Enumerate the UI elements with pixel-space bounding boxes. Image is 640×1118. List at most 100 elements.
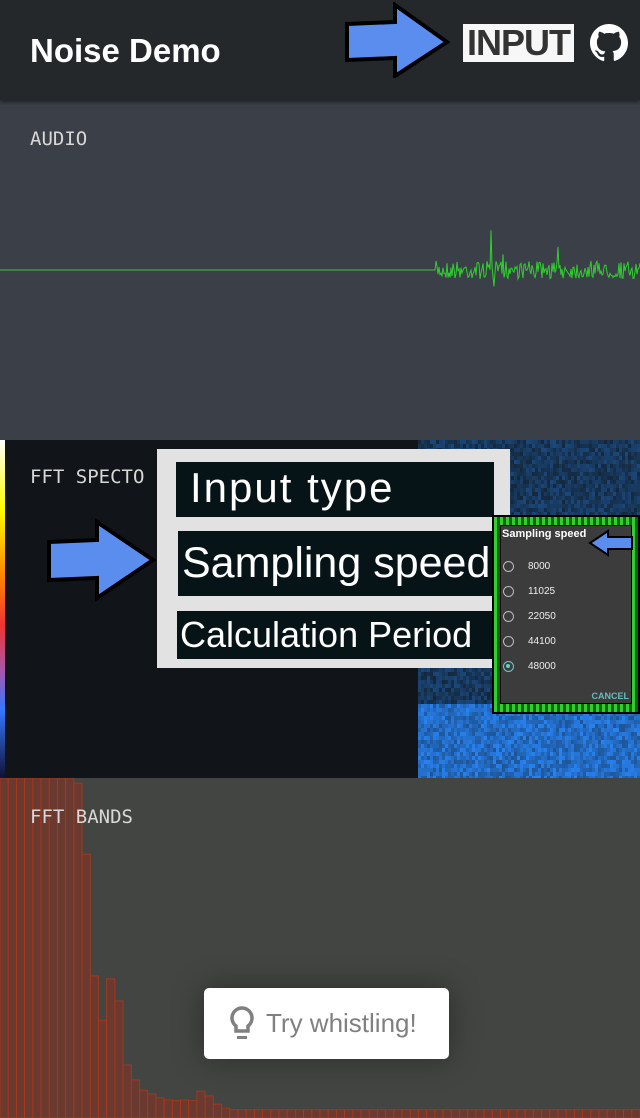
spectrogram-cell [463,732,466,736]
spectrogram-cell [481,684,484,688]
spectrogram-cell [460,764,463,768]
spectrogram-cell [577,444,580,448]
spectrogram-cell [589,440,592,444]
spectrogram-cell [550,764,553,768]
spectrogram-cell [586,448,589,452]
spectrogram-cell [541,460,544,464]
spectrogram-cell [550,772,553,776]
spectrogram-cell [583,464,586,468]
spectrogram-cell [514,756,517,760]
spectrogram-cell [439,444,442,448]
spectrogram-cell [514,760,517,764]
spectrogram-cell [553,480,556,484]
spectrogram-cell [460,440,463,444]
spectrogram-cell [514,464,517,468]
spectrogram-cell [439,676,442,680]
spectrogram-cell [559,440,562,444]
spectrogram-cell [517,468,520,472]
spectrogram-cell [499,732,502,736]
spectrogram-cell [544,504,547,508]
spectrogram-cell [532,448,535,452]
spectrogram-cell [442,672,445,676]
spectrogram-cell [445,444,448,448]
github-icon[interactable] [590,24,628,62]
spectrogram-cell [538,748,541,752]
spectrogram-cell [562,752,565,756]
spectrogram-cell [472,760,475,764]
spectrogram-cell [544,444,547,448]
spectrogram-cell [538,724,541,728]
spectrogram-cell [523,716,526,720]
spectrogram-label: FFT SPECTO [30,466,145,488]
spectrogram-cell [466,760,469,764]
spectrogram-cell [484,764,487,768]
spectrogram-cell [469,704,472,708]
spectrogram-cell [442,740,445,744]
spectrogram-cell [532,764,535,768]
spectrogram-cell [508,740,511,744]
spectrogram-cell [544,476,547,480]
spectrogram-cell [451,752,454,756]
spectrogram-cell [580,468,583,472]
spectrogram-cell [571,460,574,464]
spectrogram-cell [589,472,592,476]
spectrogram-cell [469,728,472,732]
spectrogram-cell [490,744,493,748]
spectrogram-cell [565,724,568,728]
spectrogram-cell [592,444,595,448]
spectrogram-cell [460,740,463,744]
spectrogram-cell [472,696,475,700]
spectrogram-cell [517,740,520,744]
spectrogram-cell [502,720,505,724]
spectrogram-cell [571,480,574,484]
spectrogram-cell [475,724,478,728]
spectrogram-cell [532,484,535,488]
spectrogram-cell [541,472,544,476]
spectrogram-cell [445,744,448,748]
spectrogram-cell [439,728,442,732]
spectrogram-cell [508,744,511,748]
spectrogram-cell [433,712,436,716]
spectrogram-cell [478,764,481,768]
spectrogram-cell [571,772,574,776]
spectrogram-cell [547,496,550,500]
spectrogram-cell [424,752,427,756]
spectrogram-cell [445,692,448,696]
spectrogram-cell [520,448,523,452]
spectrogram-cell [490,768,493,772]
spectrogram-cell [589,508,592,512]
spectrogram-cell [571,740,574,744]
spectrogram-cell [430,756,433,760]
spectrogram-cell [475,740,478,744]
spectrogram-cell [589,500,592,504]
spectrogram-cell [460,688,463,692]
spectrogram-cell [589,484,592,488]
spectrogram-cell [442,668,445,672]
spectrogram-cell [577,720,580,724]
spectrogram-cell [451,684,454,688]
spectrogram-cell [511,496,514,500]
spectrogram-cell [535,772,538,776]
input-menu-button[interactable]: INPUT [463,24,574,62]
spectrogram-cell [442,676,445,680]
spectrogram-cell [562,500,565,504]
spectrogram-cell [547,764,550,768]
spectrogram-cell [475,728,478,732]
spectrogram-cell [535,440,538,444]
spectrogram-cell [499,756,502,760]
spectrogram-cell [511,736,514,740]
spectrogram-cell [451,692,454,696]
spectrogram-cell [547,456,550,460]
spectrogram-cell [583,724,586,728]
spectrogram-cell [484,724,487,728]
spectrogram-cell [565,444,568,448]
spectrogram-cell [466,764,469,768]
spectrogram-cell [427,444,430,448]
spectrogram-cell [547,476,550,480]
spectrogram-cell [454,684,457,688]
spectrogram-cell [544,508,547,512]
spectrogram-cell [589,464,592,468]
spectrogram-cell [481,772,484,776]
spectrogram-cell [511,440,514,444]
spectrogram-cell [532,740,535,744]
